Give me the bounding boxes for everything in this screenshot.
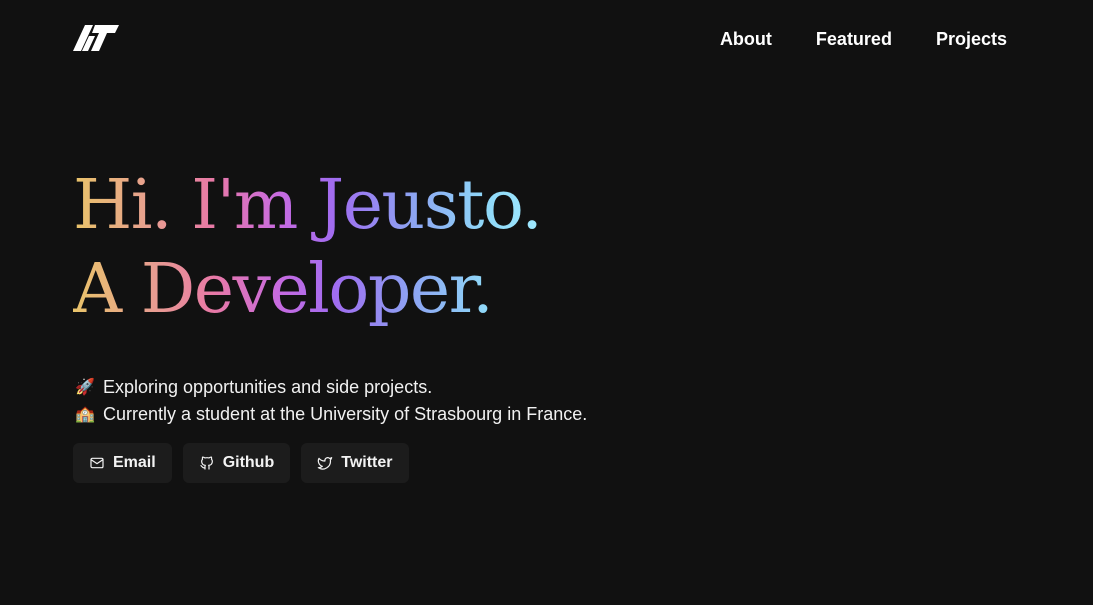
bio: 🚀 Exploring opportunities and side proje… <box>75 374 587 428</box>
nav-links: About Featured Projects <box>720 28 1007 50</box>
bio-item-student: 🏫 Currently a student at the University … <box>75 401 587 428</box>
social-buttons: Email Github Twitter <box>73 443 409 483</box>
rocket-icon: 🚀 <box>75 379 95 396</box>
hero: Hi. I'm Jeusto. A Developer. <box>73 164 541 332</box>
github-button-label: Github <box>222 454 275 471</box>
hero-role: A Developer. <box>73 250 493 329</box>
nav-link-featured[interactable]: Featured <box>816 28 892 50</box>
page: About Featured Projects Hi. I'm Jeusto. … <box>0 0 1093 605</box>
nav-link-projects[interactable]: Projects <box>936 28 1007 50</box>
github-button[interactable]: Github <box>182 443 291 483</box>
hero-greeting: Hi. I'm Jeusto. <box>73 166 542 245</box>
twitter-icon <box>317 457 333 470</box>
twitter-button-label: Twitter <box>341 454 393 471</box>
bio-item-opportunities: 🚀 Exploring opportunities and side proje… <box>75 374 587 401</box>
email-button-label: Email <box>113 454 156 471</box>
top-nav: About Featured Projects <box>0 0 1093 78</box>
school-icon: 🏫 <box>75 406 95 423</box>
hero-headline: Hi. I'm Jeusto. A Developer. <box>73 164 541 332</box>
email-button[interactable]: Email <box>73 443 172 483</box>
bio-text: Currently a student at the University of… <box>103 404 588 424</box>
bio-text: Exploring opportunities and side project… <box>103 377 433 397</box>
js-monogram-logo-icon[interactable] <box>73 25 119 51</box>
github-icon <box>200 456 213 470</box>
twitter-button[interactable]: Twitter <box>301 443 409 483</box>
mail-icon <box>90 457 104 469</box>
nav-link-about[interactable]: About <box>720 28 772 50</box>
